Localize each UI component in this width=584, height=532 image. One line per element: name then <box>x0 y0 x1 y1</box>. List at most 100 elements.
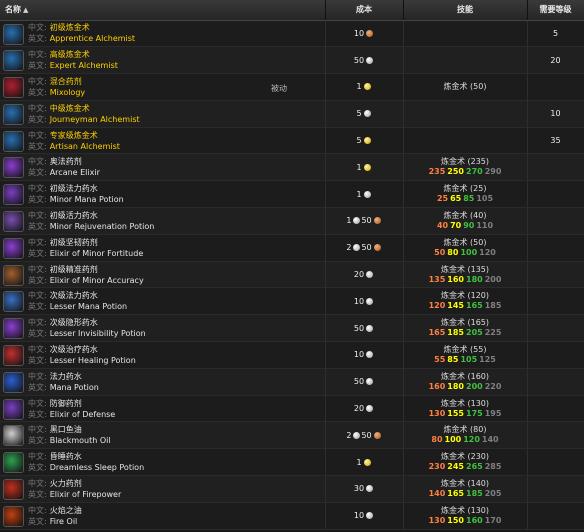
item-name-en[interactable]: Minor Rejuvenation Potion <box>50 222 155 231</box>
table-row[interactable]: 中文: 次级法力药水 英文: Lesser Mana Potion 10 炼金术 (1… <box>0 287 584 316</box>
table-row[interactable]: 中文: 火焰之油 英文: Fire Oil 10 炼金术 (130) 130 150 160… <box>0 502 584 530</box>
item-name-en[interactable]: Mana Potion <box>50 383 99 392</box>
flask-icon[interactable] <box>3 211 24 233</box>
item-name-en[interactable]: Dreamless Sleep Potion <box>50 463 144 472</box>
cost-cell: 10 <box>325 287 404 316</box>
item-name-en[interactable]: Lesser Invisibility Potion <box>50 329 146 338</box>
item-name-en[interactable]: Artisan Alchemist <box>50 142 120 151</box>
vial-icon[interactable] <box>3 130 24 152</box>
item-name-en[interactable]: Minor Mana Potion <box>50 195 124 204</box>
passive-label: 被动 <box>271 84 287 94</box>
item-name-zh[interactable]: 初级精准药剂 <box>50 265 98 274</box>
item-name-en[interactable]: Journeyman Alchemist <box>50 115 140 124</box>
table-row[interactable]: 中文: 昏睡药水 英文: Dreamless Sleep Potion 1 炼金术 (… <box>0 448 584 477</box>
item-name-zh[interactable]: 混合药剂 <box>50 77 82 86</box>
item-name-en[interactable]: Mixology <box>50 88 85 97</box>
purple-potion-icon[interactable] <box>3 184 24 206</box>
red-vial-icon[interactable] <box>3 345 24 367</box>
item-name-zh[interactable]: 火力药剂 <box>50 479 82 488</box>
zh-field-label: 中文: <box>28 210 47 220</box>
bowl-icon[interactable] <box>3 264 24 286</box>
item-name-en[interactable]: Elixir of Minor Accuracy <box>50 276 144 285</box>
cost-cell: 2 50 <box>325 234 404 262</box>
item-name-zh[interactable]: 次级隐形药水 <box>50 318 98 327</box>
table-row[interactable]: 中文: 初级坚韧药剂 英文: Elixir of Minor Fortitude 2… <box>0 234 584 262</box>
item-name-zh[interactable]: 昏睡药水 <box>50 452 82 461</box>
green-flask-icon[interactable] <box>3 452 24 474</box>
item-name-zh[interactable]: 高级炼金术 <box>50 50 90 59</box>
item-name-en[interactable]: Apprentice Alchemist <box>50 34 135 43</box>
table-row[interactable]: 中文: 法力药水 英文: Mana Potion 50 炼金术 (160) 160 180… <box>0 368 584 396</box>
item-name-en[interactable]: Blackmouth Oil <box>50 436 111 445</box>
sort-asc-icon[interactable]: ▲ <box>23 6 28 14</box>
item-name-zh[interactable]: 火焰之油 <box>50 506 82 515</box>
table-row[interactable]: 中文: 专家级炼金术 英文: Artisan Alchemist 5 35 <box>0 127 584 155</box>
cost-amount: 1 <box>356 162 362 172</box>
skill-column-header[interactable]: 技能 <box>403 0 528 21</box>
table-row[interactable]: 中文: 初级炼金术 英文: Apprentice Alchemist 10 5 <box>0 20 584 48</box>
item-name-zh[interactable]: 防御药剂 <box>50 399 82 408</box>
table-row[interactable]: 中文: 中级炼金术 英文: Journeyman Alchemist 5 10 <box>0 100 584 128</box>
red-potion-icon[interactable] <box>3 479 24 501</box>
item-name-zh[interactable]: 初级活力药水 <box>50 211 98 220</box>
req-level-cell <box>527 180 584 209</box>
oil-vial-icon[interactable] <box>3 425 24 447</box>
table-row[interactable]: 中文: 高级炼金术 英文: Expert Alchemist 50 20 <box>0 46 584 75</box>
item-name-en[interactable]: Lesser Healing Potion <box>50 356 136 365</box>
table-row[interactable]: 中文: 初级法力药水 英文: Minor Mana Potion 1 炼金术 (25)… <box>0 180 584 209</box>
purple-potion-icon[interactable] <box>3 398 24 420</box>
table-row[interactable]: 中文: 奥法药剂 英文: Arcane Elixir 1 炼金术 (235) 235 25… <box>0 153 584 182</box>
table-row[interactable]: 中文: 火力药剂 英文: Elixir of Firepower 30 炼金术 (14… <box>0 475 584 503</box>
cost-amount: 10 <box>353 511 365 521</box>
fire-vial-icon[interactable] <box>3 505 24 527</box>
blue-flask-icon[interactable] <box>3 371 24 393</box>
req-level-cell <box>527 475 584 503</box>
vial-icon[interactable] <box>3 103 24 125</box>
cost-cell: 1 <box>325 153 404 182</box>
vial-icon[interactable] <box>3 23 24 45</box>
item-name-en[interactable]: Elixir of Defense <box>50 410 116 419</box>
item-name-en[interactable]: Lesser Mana Potion <box>50 302 127 311</box>
item-name-zh[interactable]: 中级炼金术 <box>50 104 90 113</box>
req-level-cell <box>527 207 584 235</box>
item-name-en[interactable]: Arcane Elixir <box>50 168 100 177</box>
cost-column-header[interactable]: 成本 <box>325 0 404 21</box>
item-name-zh[interactable]: 奥法药剂 <box>50 157 82 166</box>
item-name-en[interactable]: Elixir of Firepower <box>50 490 122 499</box>
vial-icon[interactable] <box>3 50 24 72</box>
skill-cell: 炼金术 (25) 25 65 85 105 <box>403 180 528 209</box>
req-level-column-header[interactable]: 需要等级 <box>527 0 584 21</box>
zh-field-label: 中文: <box>28 184 47 194</box>
item-name-zh[interactable]: 初级法力药水 <box>50 184 98 193</box>
item-name-zh[interactable]: 次级法力药水 <box>50 291 98 300</box>
item-name-zh[interactable]: 初级坚韧药剂 <box>50 238 98 247</box>
item-name-zh[interactable]: 初级炼金术 <box>50 23 90 32</box>
table-row[interactable]: 中文: 次级隐形药水 英文: Lesser Invisibility Potion … <box>0 314 584 343</box>
table-row[interactable]: 中文: 黑口鱼油 英文: Blackmouth Oil 2 50 炼金术 (80) 80 1… <box>0 421 584 450</box>
item-name-zh[interactable]: 法力药水 <box>50 372 82 381</box>
table-row[interactable]: 中文: 初级精准药剂 英文: Elixir of Minor Accuracy 20… <box>0 261 584 289</box>
purple-potion-icon[interactable] <box>3 237 24 259</box>
table-row[interactable]: 中文: 混合药剂 英文: Mixology 被动 1 炼金术 (50) <box>0 73 584 101</box>
name-column-header[interactable]: 名称 ▲ <box>0 0 326 21</box>
table-row[interactable]: 中文: 次级治疗药水 英文: Lesser Healing Potion 10 炼金术… <box>0 341 584 369</box>
skill-cell: 炼金术 (120) 120 145 165 185 <box>403 287 528 316</box>
req-level-cell <box>527 287 584 316</box>
purple-flask-icon[interactable] <box>3 318 24 340</box>
table-row[interactable]: 中文: 初级活力药水 英文: Minor Rejuvenation Potion 1… <box>0 207 584 235</box>
item-name-en[interactable]: Elixir of Minor Fortitude <box>50 249 144 258</box>
silver-coin-icon <box>353 244 361 252</box>
table-row[interactable]: 中文: 防御药剂 英文: Elixir of Defense 20 炼金术 (130)… <box>0 395 584 423</box>
cauldron-icon[interactable] <box>3 77 24 99</box>
silver-coin-icon <box>366 378 374 386</box>
item-name-en[interactable]: Fire Oil <box>50 517 78 526</box>
purple-potion-icon[interactable] <box>3 157 24 179</box>
skill-level-value: 140 <box>428 488 446 498</box>
zh-field-label: 中文: <box>28 398 47 408</box>
blue-vial-icon[interactable] <box>3 291 24 313</box>
skill-level-value: 125 <box>479 354 496 364</box>
item-name-zh[interactable]: 黑口鱼油 <box>50 425 82 434</box>
item-name-en[interactable]: Expert Alchemist <box>50 61 118 70</box>
item-name-zh[interactable]: 专家级炼金术 <box>50 131 98 140</box>
item-name-zh[interactable]: 次级治疗药水 <box>50 345 98 354</box>
